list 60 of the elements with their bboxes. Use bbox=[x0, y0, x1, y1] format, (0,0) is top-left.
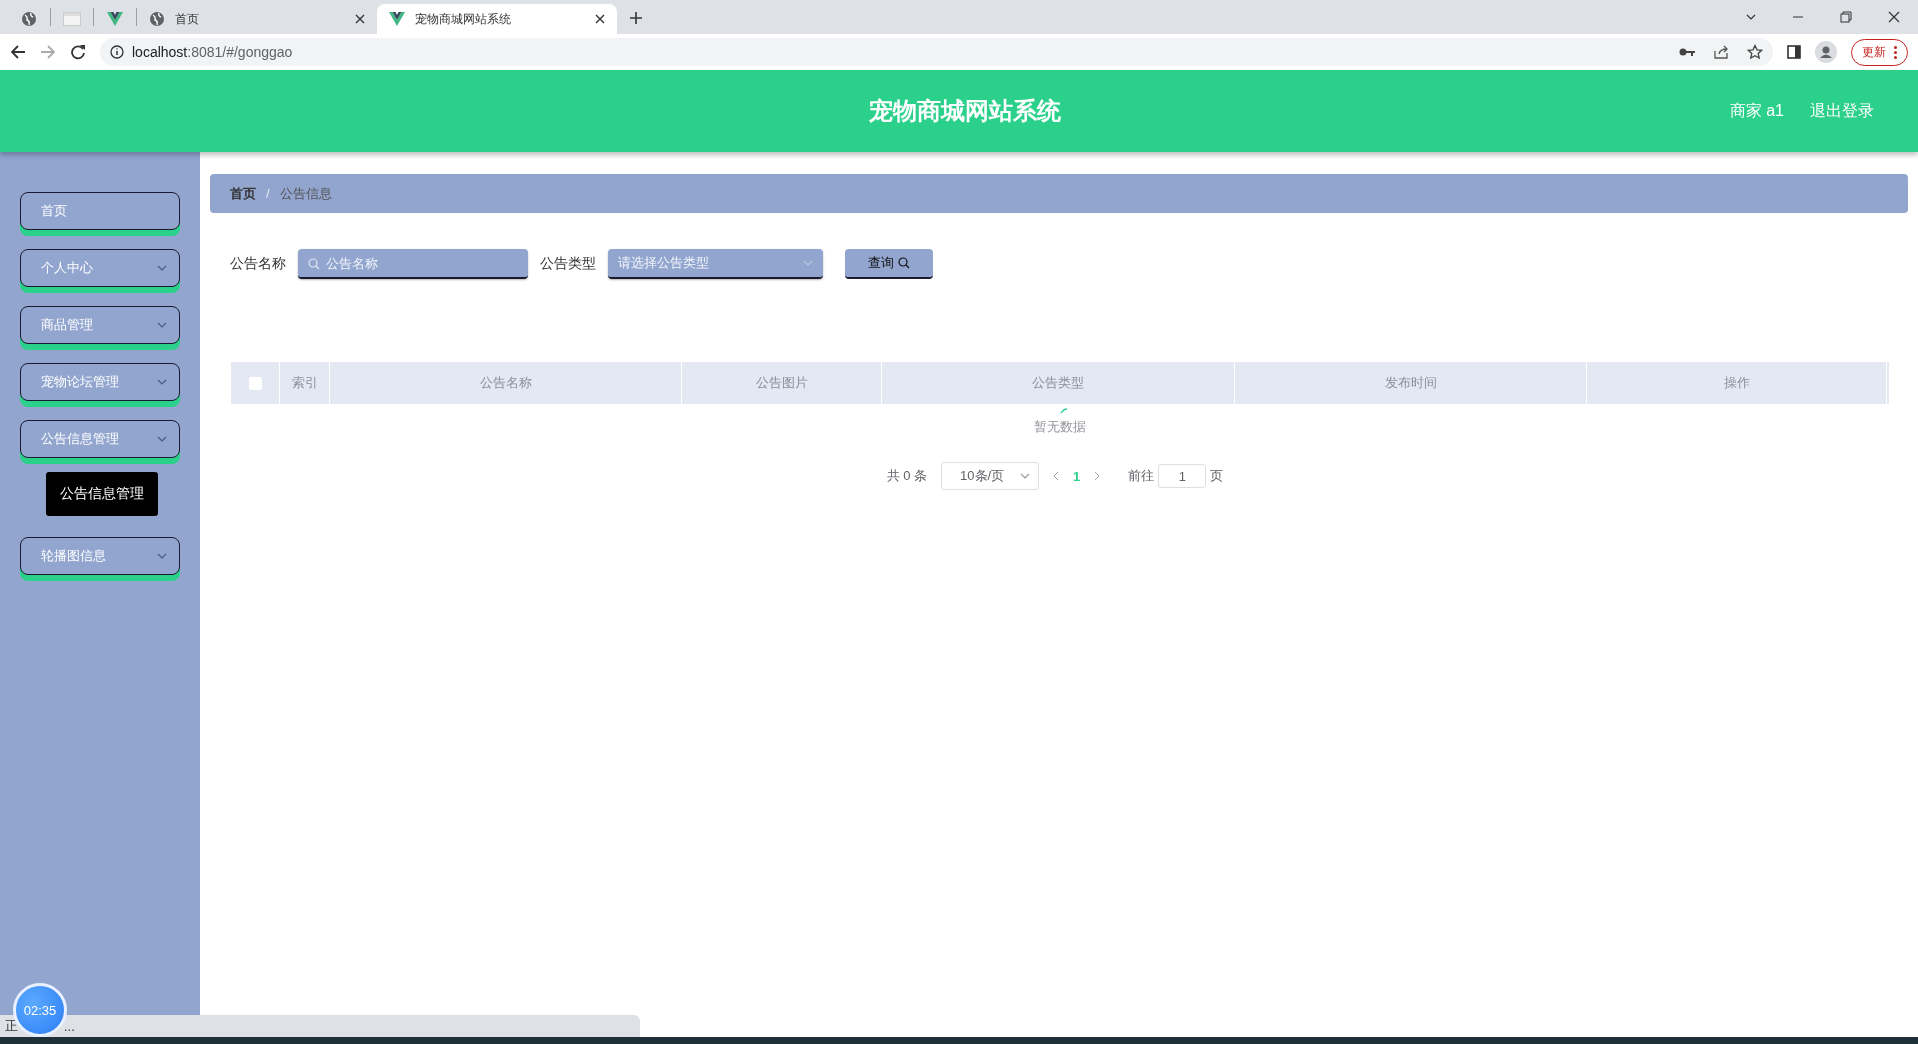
chevron-down-icon bbox=[157, 379, 167, 385]
search-field[interactable]: 公告名称 bbox=[298, 249, 528, 279]
type-select[interactable]: 请选择公告类型 bbox=[608, 249, 823, 279]
page-suffix: 页 bbox=[1210, 467, 1224, 485]
star-icon[interactable] bbox=[1747, 44, 1763, 60]
back-icon[interactable] bbox=[10, 44, 26, 60]
close-icon[interactable] bbox=[595, 14, 605, 24]
column-header: 公告名称 bbox=[479, 374, 532, 392]
total-count: 共 0 条 bbox=[886, 467, 928, 485]
share-icon[interactable] bbox=[1713, 44, 1729, 60]
info-icon[interactable] bbox=[110, 45, 124, 59]
app-title: 宠物商城网站系统 bbox=[868, 97, 1061, 124]
update-button[interactable]: 更新 bbox=[1851, 38, 1908, 66]
side-panel-icon[interactable] bbox=[1787, 45, 1801, 59]
page-number[interactable]: 1 bbox=[1073, 468, 1081, 484]
column-header: 公告类型 bbox=[1032, 374, 1084, 392]
chevron-down-icon bbox=[157, 553, 167, 559]
page-icon bbox=[63, 12, 81, 26]
query-button[interactable]: 查询 bbox=[845, 249, 933, 279]
reload-icon[interactable] bbox=[70, 44, 86, 60]
more-icon bbox=[1894, 45, 1897, 59]
address-bar[interactable]: localhost:8081/#/gonggao bbox=[100, 38, 1773, 66]
caret-icon bbox=[1746, 14, 1756, 20]
page-input[interactable]: 1 bbox=[1158, 464, 1207, 488]
key-icon[interactable] bbox=[1679, 47, 1695, 57]
status-text: ... bbox=[64, 1018, 75, 1034]
v-logo-icon bbox=[107, 12, 123, 26]
search-icon bbox=[898, 257, 910, 269]
search-icon bbox=[308, 258, 320, 270]
chevron-down-icon bbox=[1020, 473, 1031, 479]
empty-text: 暂无数据 bbox=[1034, 418, 1086, 436]
browser-tab[interactable]: 首页 bbox=[137, 4, 377, 34]
restore-icon[interactable] bbox=[1840, 11, 1852, 23]
field-label: 公告类型 bbox=[540, 255, 596, 273]
column-header: 公告图片 bbox=[755, 374, 808, 392]
chevron-down-icon bbox=[157, 265, 167, 271]
close-icon[interactable] bbox=[355, 14, 365, 24]
breadcrumb-link[interactable]: 首页 bbox=[230, 184, 256, 203]
select-all-checkbox[interactable] bbox=[248, 376, 262, 390]
goto-label: 前往 bbox=[1128, 467, 1155, 485]
column-header: 发布时间 bbox=[1384, 374, 1437, 392]
chevron-down-icon bbox=[157, 322, 167, 328]
globe-icon bbox=[21, 11, 37, 27]
browser-tab[interactable]: 宠物商城网站系统 bbox=[377, 4, 617, 34]
user-name: 商家 a1 bbox=[1729, 100, 1784, 121]
chevron-down-icon bbox=[157, 436, 167, 442]
column-header: 索引 bbox=[291, 374, 318, 392]
plus-icon[interactable] bbox=[629, 11, 643, 25]
page-size-select[interactable]: 10条/页 bbox=[941, 462, 1040, 490]
column-header: 操作 bbox=[1723, 374, 1750, 392]
field-label: 公告名称 bbox=[230, 255, 286, 273]
chevron-down-icon bbox=[803, 260, 813, 266]
logout-link[interactable]: 退出登录 bbox=[1810, 100, 1874, 122]
profile-icon[interactable] bbox=[1815, 41, 1837, 63]
breadcrumb-separator: / bbox=[266, 186, 270, 201]
globe-icon bbox=[149, 11, 165, 27]
spinner-icon bbox=[1060, 408, 1068, 414]
tooltip: 公告信息管理 bbox=[46, 472, 158, 516]
close-icon[interactable] bbox=[1888, 11, 1900, 23]
v-logo-icon bbox=[389, 12, 405, 26]
